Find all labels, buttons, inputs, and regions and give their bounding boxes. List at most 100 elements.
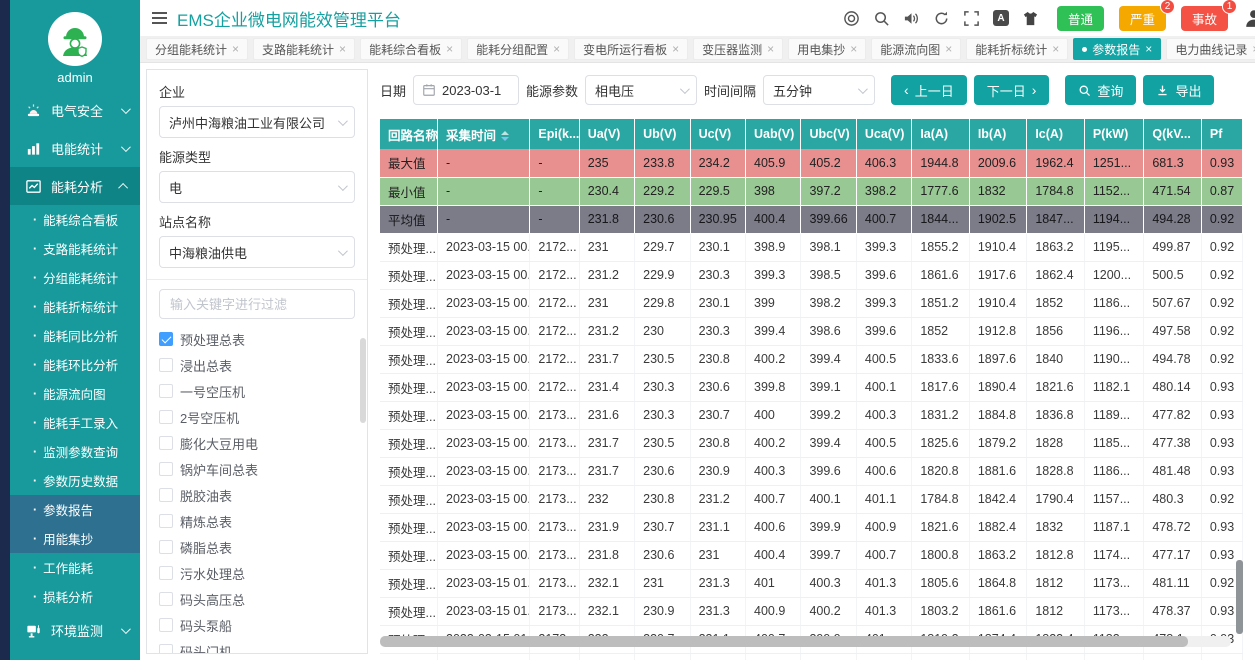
checkbox-icon[interactable] [159, 592, 173, 606]
checkbox-icon[interactable] [159, 436, 173, 450]
tab-能源流向图[interactable]: 能源流向图× [871, 38, 961, 60]
circuit-item-2号空压机[interactable]: 2号空压机 [159, 404, 355, 430]
column-header-P(kW)[interactable]: P(kW) [1084, 119, 1144, 149]
column-header-Q(kV...[interactable]: Q(kV... [1144, 119, 1202, 149]
checkbox-icon[interactable] [159, 410, 173, 424]
column-header-Ib(A)[interactable]: Ib(A) [969, 119, 1027, 149]
tab-close-icon[interactable]: × [446, 42, 453, 56]
checkbox-icon[interactable] [159, 566, 173, 580]
next-day-button[interactable]: 下一日› [974, 75, 1050, 105]
circuit-item-脱胶油表[interactable]: 脱胶油表 [159, 482, 355, 508]
checkbox-icon[interactable] [159, 488, 173, 502]
column-header-Uca(V)[interactable]: Uca(V) [856, 119, 911, 149]
sidebar-item-支路能耗统计[interactable]: ·支路能耗统计 [10, 234, 140, 263]
column-header-Uc(V)[interactable]: Uc(V) [690, 119, 745, 149]
sidebar-item-能耗手工录入[interactable]: ·能耗手工录入 [10, 408, 140, 437]
horizontal-scrollbar-thumb[interactable] [380, 636, 1188, 647]
column-header-Ic(A)[interactable]: Ic(A) [1027, 119, 1085, 149]
circuit-item-污水处理总[interactable]: 污水处理总 [159, 560, 355, 586]
query-button[interactable]: 查询 [1065, 75, 1136, 105]
column-header-Ia(A)[interactable]: Ia(A) [912, 119, 970, 149]
table-row[interactable]: 预处理...2023-03-15 00...2172...231229.8230… [380, 289, 1243, 317]
avatar[interactable] [48, 12, 102, 66]
energy-type-select[interactable]: 电 [159, 171, 355, 203]
table-row[interactable]: 预处理...2023-03-15 00...2173...231.8230.62… [380, 541, 1243, 569]
tab-用电集抄[interactable]: 用电集抄× [788, 38, 866, 60]
prev-day-button[interactable]: ‹上一日 [891, 75, 967, 105]
tab-能耗折标统计[interactable]: 能耗折标统计× [966, 38, 1068, 60]
volume-icon[interactable] [903, 10, 920, 27]
checkbox-icon[interactable] [159, 358, 173, 372]
sidebar-item-能源流向图[interactable]: ·能源流向图 [10, 379, 140, 408]
column-header-回路名称[interactable]: 回路名称 [380, 119, 438, 149]
sidebar-item-分组能耗统计[interactable]: ·分组能耗统计 [10, 263, 140, 292]
alarm-badge[interactable]: 严重2 [1119, 6, 1166, 31]
column-header-Ubc(V)[interactable]: Ubc(V) [801, 119, 856, 149]
tab-close-icon[interactable]: × [767, 42, 774, 56]
sort-icon[interactable] [501, 131, 509, 141]
table-row[interactable]: 预处理...2023-03-15 00...2172...231.2229.92… [380, 261, 1243, 289]
table-row[interactable]: 预处理...2023-03-15 01...2173...232.1231231… [380, 569, 1243, 597]
checkbox-icon[interactable] [159, 644, 173, 653]
table-row[interactable]: 预处理...2023-03-15 00...2173...232230.8231… [380, 485, 1243, 513]
contrast-icon[interactable] [843, 10, 860, 27]
sidebar-item-参数报告[interactable]: ·参数报告 [10, 495, 140, 524]
table-row[interactable]: 预处理...2023-03-15 00...2173...231.9230.72… [380, 513, 1243, 541]
user-icon[interactable] [1244, 8, 1255, 28]
checkbox-icon[interactable] [159, 384, 173, 398]
tab-close-icon[interactable]: × [850, 42, 857, 56]
table-row[interactable]: 预处理...2023-03-15 01...2173...232.1230.92… [380, 597, 1243, 625]
param-select[interactable]: 相电压 [585, 75, 697, 105]
column-header-Pf[interactable]: Pf [1201, 119, 1242, 149]
circuit-item-精炼总表[interactable]: 精炼总表 [159, 508, 355, 534]
keyword-filter-input[interactable] [159, 289, 355, 319]
checkbox-icon[interactable] [159, 540, 173, 554]
tab-支路能耗统计[interactable]: 支路能耗统计× [253, 38, 355, 60]
circuit-list-scrollbar[interactable] [360, 338, 366, 423]
date-picker[interactable]: 2023-03-1 [413, 75, 519, 105]
export-button[interactable]: 导出 [1143, 75, 1214, 105]
horizontal-scrollbar[interactable] [380, 636, 1231, 647]
column-header-Ub(V)[interactable]: Ub(V) [635, 119, 690, 149]
table-row[interactable]: 预处理...2023-03-15 00...2173...231.7230.52… [380, 429, 1243, 457]
sidebar-item-能耗折标统计[interactable]: ·能耗折标统计 [10, 292, 140, 321]
alarm-badge[interactable]: 普通 [1057, 6, 1104, 31]
column-header-Ua(V)[interactable]: Ua(V) [579, 119, 634, 149]
table-row[interactable]: 预处理...2023-03-15 00...2173...231.6230.32… [380, 401, 1243, 429]
table-row[interactable]: 预处理...2023-03-15 00...2173...231.7230.62… [380, 457, 1243, 485]
checkbox-icon[interactable] [159, 332, 173, 346]
station-select[interactable]: 中海粮油供电 [159, 236, 355, 268]
sync-icon[interactable] [933, 10, 950, 27]
circuit-item-预处理总表[interactable]: 预处理总表 [159, 326, 355, 352]
sidebar-group-故障报警[interactable]: 故障报警 [10, 649, 140, 660]
circuit-item-码头泵船[interactable]: 码头泵船 [159, 612, 355, 638]
sidebar-item-损耗分析[interactable]: ·损耗分析 [10, 582, 140, 611]
search-icon[interactable] [873, 10, 890, 27]
sidebar-group-能耗分析[interactable]: 能耗分析 [10, 167, 140, 205]
circuit-item-一号空压机[interactable]: 一号空压机 [159, 378, 355, 404]
tab-close-icon[interactable]: × [232, 42, 239, 56]
sidebar-item-能耗综合看板[interactable]: ·能耗综合看板 [10, 205, 140, 234]
sidebar-item-监测参数查询[interactable]: ·监测参数查询 [10, 437, 140, 466]
sidebar-group-环境监测[interactable]: 环境监测 [10, 611, 140, 649]
tab-能耗分组配置[interactable]: 能耗分组配置× [467, 38, 569, 60]
fullscreen-icon[interactable] [963, 10, 980, 27]
sidebar-item-工作能耗[interactable]: ·工作能耗 [10, 553, 140, 582]
circuit-item-码头高压总[interactable]: 码头高压总 [159, 586, 355, 612]
sidebar-group-电气安全[interactable]: 电气安全 [10, 91, 140, 129]
column-header-Epi(k...[interactable]: Epi(k... [530, 119, 579, 149]
company-select[interactable]: 泸州中海粮油工业有限公司 [159, 106, 355, 138]
sidebar-item-能耗环比分析[interactable]: ·能耗环比分析 [10, 350, 140, 379]
tab-电力曲线记录[interactable]: 电力曲线记录× [1166, 38, 1255, 60]
tab-分组能耗统计[interactable]: 分组能耗统计× [146, 38, 248, 60]
tab-close-icon[interactable]: × [945, 42, 952, 56]
circuit-item-磷脂总表[interactable]: 磷脂总表 [159, 534, 355, 560]
tab-close-icon[interactable]: × [1145, 42, 1152, 56]
tab-close-icon[interactable]: × [1052, 42, 1059, 56]
theme-icon[interactable] [1022, 10, 1039, 27]
font-size-icon[interactable]: A [993, 10, 1009, 26]
tab-能耗综合看板[interactable]: 能耗综合看板× [360, 38, 462, 60]
tab-参数报告[interactable]: 参数报告× [1073, 38, 1161, 60]
alarm-badge[interactable]: 事故1 [1181, 6, 1228, 31]
circuit-item-浸出总表[interactable]: 浸出总表 [159, 352, 355, 378]
